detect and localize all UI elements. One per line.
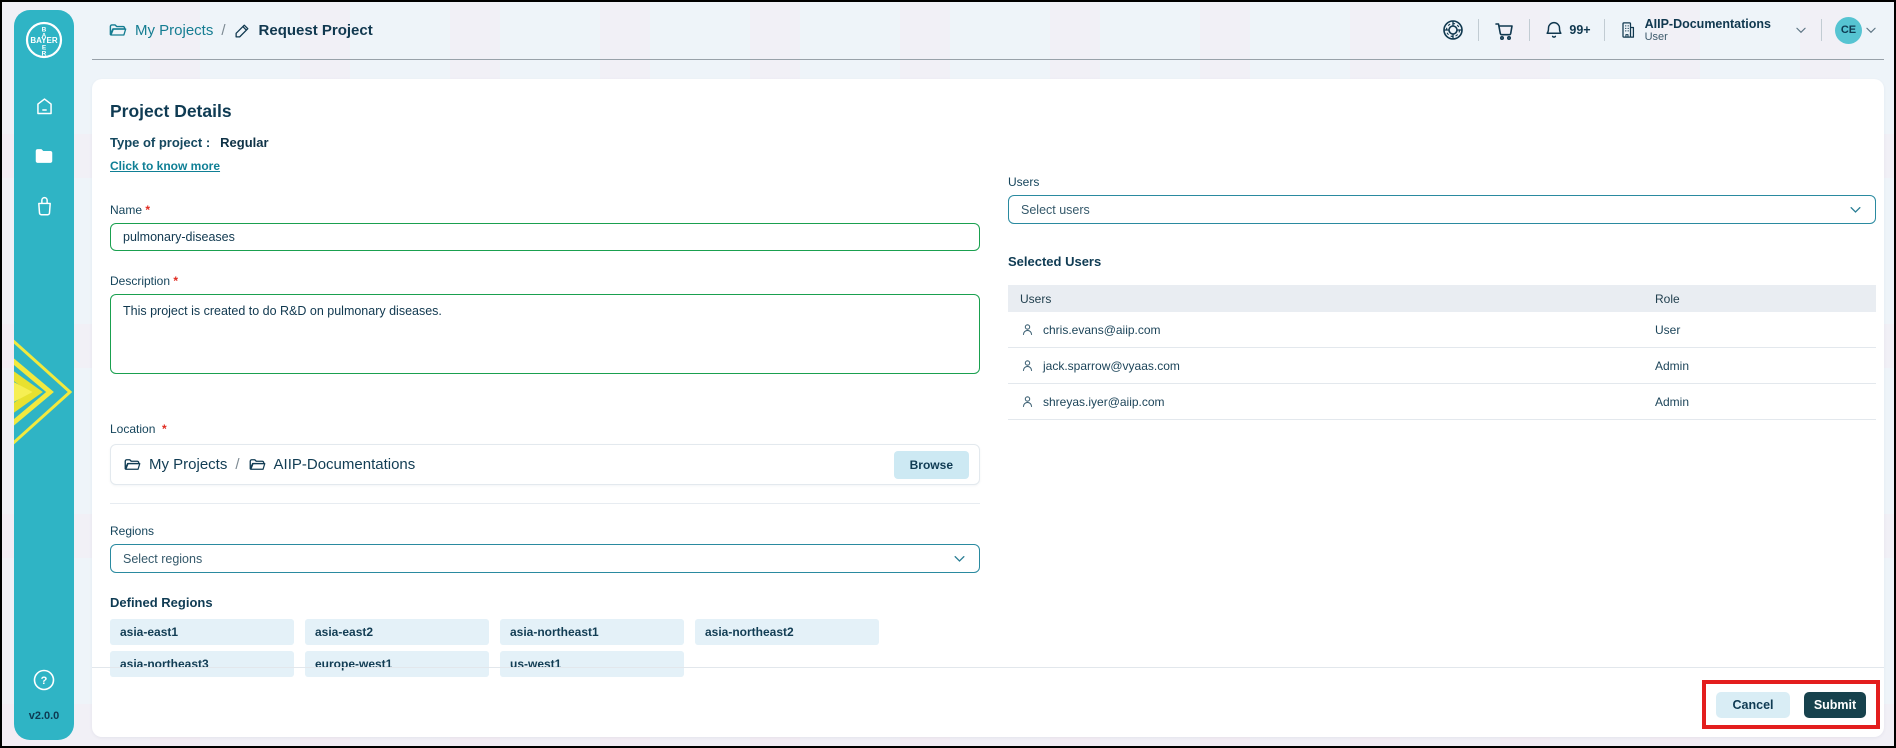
- sidebar: BAYER B A E R ? v2.0.0: [14, 10, 74, 740]
- sidebar-item-home[interactable]: [32, 94, 56, 118]
- user-email: chris.evans@aiip.com: [1043, 322, 1161, 337]
- type-of-project-value: Regular: [220, 135, 269, 150]
- folder-icon: [33, 145, 55, 167]
- required-asterisk: *: [145, 203, 151, 217]
- user-menu[interactable]: CE: [1835, 16, 1878, 44]
- bell-icon: [1543, 19, 1565, 41]
- person-icon: [1020, 322, 1035, 337]
- pencil-icon: [234, 22, 251, 39]
- cancel-button[interactable]: Cancel: [1716, 691, 1790, 718]
- location-crumb-current: AIIP-Documentations: [273, 456, 416, 473]
- submit-button[interactable]: Submit: [1804, 691, 1866, 718]
- chevron-down-icon: [1864, 23, 1878, 37]
- location-separator: /: [235, 456, 240, 473]
- svg-text:?: ?: [41, 675, 48, 687]
- divider: [1603, 19, 1605, 42]
- location-crumb-parent[interactable]: My Projects: [149, 456, 227, 473]
- chevron-down-icon: [1848, 202, 1863, 217]
- chevron-down-icon: [952, 551, 967, 566]
- user-role: Admin: [1655, 358, 1690, 373]
- table-row: jack.sparrow@vyaas.com Admin: [1008, 348, 1876, 384]
- user-role: Admin: [1655, 394, 1690, 409]
- building-icon: [1618, 20, 1638, 40]
- know-more-link[interactable]: Click to know more: [110, 159, 220, 173]
- region-chip: asia-northeast1: [500, 619, 684, 645]
- name-label: Name: [110, 203, 143, 217]
- required-asterisk: *: [173, 274, 179, 288]
- notification-count: 99+: [1569, 23, 1591, 38]
- sidebar-item-store[interactable]: [32, 194, 56, 218]
- project-details-section: Project Details Type of project : Regula…: [110, 93, 980, 677]
- sidebar-nav: [32, 94, 56, 218]
- help-button[interactable]: ?: [32, 668, 56, 692]
- sidebar-item-projects[interactable]: [32, 144, 56, 168]
- role-column-header: Role: [1655, 291, 1680, 306]
- divider: [1478, 19, 1480, 42]
- shopping-bag-icon: [34, 196, 55, 217]
- user-role: User: [1655, 322, 1681, 337]
- table-row: shreyas.iyer@aiip.com Admin: [1008, 384, 1876, 420]
- support-lifebuoy-icon[interactable]: [1441, 18, 1465, 42]
- top-header: My Projects / Request Project 99+ AIIP-D…: [92, 2, 1884, 60]
- decorative-chevrons: [14, 332, 74, 452]
- regions-label: Regions: [110, 524, 155, 538]
- svg-text:R: R: [42, 51, 47, 58]
- region-chip: asia-northeast2: [695, 619, 879, 645]
- region-chip: asia-east1: [110, 619, 294, 645]
- person-icon: [1020, 358, 1035, 373]
- users-column-header: Users: [1020, 291, 1052, 306]
- browse-button[interactable]: Browse: [893, 450, 969, 479]
- folder-open-icon: [108, 21, 127, 40]
- red-annotation-highlight: Cancel Submit: [1702, 680, 1880, 729]
- divider: [110, 503, 980, 504]
- svg-text:A: A: [42, 33, 47, 40]
- header-actions: 99+ AIIP-Documentations User CE: [1441, 16, 1878, 44]
- avatar[interactable]: CE: [1835, 16, 1862, 44]
- breadcrumb-separator: /: [221, 22, 226, 39]
- cart-icon[interactable]: [1492, 18, 1516, 42]
- location-picker: My Projects / AIIP-Documentations Browse: [110, 444, 980, 485]
- request-project-card: Project Details Type of project : Regula…: [92, 79, 1884, 737]
- page-title: Project Details: [110, 101, 232, 121]
- regions-select-placeholder: Select regions: [123, 551, 203, 566]
- org-switcher[interactable]: AIIP-Documentations User: [1618, 17, 1808, 44]
- user-email: jack.sparrow@vyaas.com: [1043, 358, 1180, 373]
- users-select-placeholder: Select users: [1021, 202, 1090, 217]
- user-email: shreyas.iyer@aiip.com: [1043, 394, 1165, 409]
- table-row: chris.evans@aiip.com User: [1008, 312, 1876, 348]
- person-icon: [1020, 394, 1035, 409]
- description-label: Description: [110, 274, 171, 288]
- name-input[interactable]: [110, 223, 980, 251]
- description-textarea[interactable]: This project is created to do R&D on pul…: [110, 294, 980, 374]
- breadcrumb-my-projects[interactable]: My Projects: [135, 22, 213, 39]
- home-icon: [34, 96, 55, 117]
- request-project-page: { "app": { "version": "v2.0.0", "logo_te…: [0, 0, 1896, 748]
- type-of-project-label: Type of project :: [110, 135, 211, 150]
- users-section: Users Select users Selected Users Users …: [1008, 93, 1876, 677]
- folder-open-icon: [123, 456, 141, 474]
- folder-open-icon: [248, 456, 266, 474]
- regions-select[interactable]: Select regions: [110, 544, 980, 573]
- selected-users-table: Users Role chris.evans@aiip.com User jac…: [1008, 285, 1876, 420]
- users-label: Users: [1008, 175, 1040, 189]
- defined-regions-title: Defined Regions: [110, 595, 213, 610]
- breadcrumb-current: Request Project: [258, 22, 373, 39]
- divider: [1821, 19, 1822, 42]
- location-label: Location: [110, 422, 156, 436]
- org-role: User: [1644, 31, 1668, 44]
- breadcrumb: My Projects / Request Project: [108, 21, 373, 40]
- required-asterisk: *: [162, 422, 167, 436]
- org-name: AIIP-Documentations: [1644, 16, 1771, 31]
- table-header-row: Users Role: [1008, 285, 1876, 312]
- form-footer: Cancel Submit: [92, 667, 1884, 737]
- chevron-down-icon: [1794, 23, 1808, 37]
- divider: [1529, 19, 1531, 42]
- selected-users-title: Selected Users: [1008, 254, 1102, 269]
- users-select[interactable]: Select users: [1008, 195, 1876, 224]
- notifications-button[interactable]: 99+: [1543, 19, 1591, 41]
- app-version: v2.0.0: [28, 710, 60, 722]
- bayer-logo[interactable]: BAYER B A E R: [14, 10, 74, 70]
- region-chip: asia-east2: [305, 619, 489, 645]
